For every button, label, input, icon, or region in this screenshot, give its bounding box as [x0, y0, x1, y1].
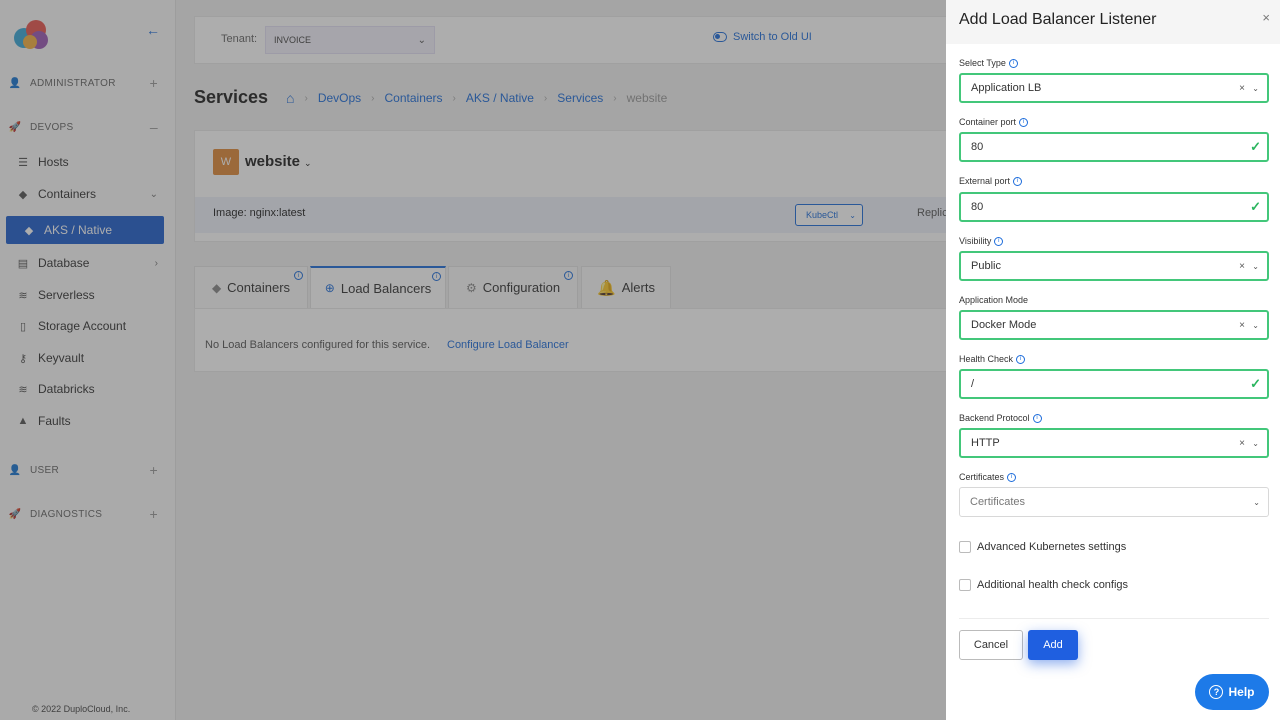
- info-icon: i: [1019, 117, 1029, 127]
- health-configs-checkbox[interactable]: Additional health check configs: [959, 579, 1128, 591]
- cancel-button[interactable]: Cancel: [959, 630, 1023, 660]
- backend-protocol-value: HTTP: [971, 437, 1000, 449]
- label-text: Backend Protocol: [959, 413, 1030, 423]
- info-icon: i: [1008, 58, 1018, 68]
- advanced-k8s-checkbox[interactable]: Advanced Kubernetes settings: [959, 541, 1126, 553]
- drawer-title: Add Load Balancer Listener: [959, 11, 1157, 28]
- add-lb-listener-drawer: Add Load Balancer Listener × Select Type…: [946, 0, 1280, 720]
- container-port-label: Container port i: [959, 117, 1029, 127]
- clear-icon[interactable]: ×: [1239, 261, 1245, 272]
- container-port-input[interactable]: 80 ✓: [959, 132, 1269, 162]
- help-label: Help: [1228, 685, 1255, 699]
- label-text: External port: [959, 176, 1011, 186]
- check-icon: ✓: [1250, 376, 1261, 391]
- select-type-label: Select Type i: [959, 58, 1018, 68]
- backend-protocol-select[interactable]: HTTP × ⌄: [959, 428, 1269, 458]
- external-port-value: 80: [971, 201, 984, 213]
- close-icon[interactable]: ×: [1262, 10, 1270, 25]
- visibility-value: Public: [971, 260, 1001, 272]
- application-mode-select[interactable]: Docker Mode × ⌄: [959, 310, 1269, 340]
- health-check-label: Health Check i: [959, 354, 1026, 364]
- chevron-down-icon: ⌄: [1252, 261, 1259, 271]
- certificates-placeholder: Certificates: [970, 496, 1026, 508]
- certificates-select[interactable]: Certificates ⌄: [959, 487, 1269, 517]
- external-port-label: External port i: [959, 176, 1023, 186]
- application-mode-value: Docker Mode: [971, 319, 1037, 331]
- health-check-value: /: [971, 378, 975, 390]
- chevron-down-icon: ⌄: [1252, 83, 1259, 93]
- checkbox-label: Additional health check configs: [977, 579, 1129, 591]
- select-type-select[interactable]: Application LB × ⌄: [959, 73, 1269, 103]
- chevron-down-icon: ⌄: [1252, 320, 1259, 330]
- checkbox[interactable]: [959, 541, 971, 553]
- divider: [959, 618, 1269, 619]
- external-port-input[interactable]: 80 ✓: [959, 192, 1269, 222]
- backend-protocol-label: Backend Protocol i: [959, 413, 1042, 423]
- clear-icon[interactable]: ×: [1239, 320, 1245, 331]
- info-icon: i: [994, 236, 1004, 246]
- certificates-label: Certificates i: [959, 472, 1017, 482]
- checkbox-label: Advanced Kubernetes settings: [977, 541, 1127, 553]
- label-text: Health Check: [959, 354, 1014, 364]
- chevron-down-icon: ⌄: [1252, 438, 1259, 448]
- label-text: Visibility: [959, 236, 992, 246]
- label-text: Application Mode: [959, 295, 1029, 305]
- check-icon: ✓: [1250, 139, 1261, 154]
- question-icon: ?: [1209, 685, 1224, 699]
- modal-overlay[interactable]: [0, 0, 946, 720]
- info-icon: i: [1007, 472, 1017, 482]
- select-type-value: Application LB: [971, 82, 1042, 94]
- add-button[interactable]: Add: [1028, 630, 1078, 660]
- label-text: Container port: [959, 117, 1017, 127]
- info-icon: i: [1032, 413, 1042, 423]
- container-port-value: 80: [971, 141, 984, 153]
- label-text: Select Type: [959, 58, 1006, 68]
- info-icon: i: [1016, 354, 1026, 364]
- help-button[interactable]: ? Help: [1195, 674, 1269, 710]
- clear-icon[interactable]: ×: [1239, 83, 1245, 94]
- health-check-input[interactable]: / ✓: [959, 369, 1269, 399]
- application-mode-label: Application Mode: [959, 295, 1028, 305]
- drawer-header: Add Load Balancer Listener ×: [946, 0, 1280, 44]
- label-text: Certificates: [959, 472, 1005, 482]
- info-icon: i: [1013, 176, 1023, 186]
- visibility-label: Visibility i: [959, 236, 1004, 246]
- visibility-select[interactable]: Public × ⌄: [959, 251, 1269, 281]
- checkbox[interactable]: [959, 579, 971, 591]
- clear-icon[interactable]: ×: [1239, 438, 1245, 449]
- check-icon: ✓: [1250, 199, 1261, 214]
- chevron-down-icon: ⌄: [1253, 497, 1260, 507]
